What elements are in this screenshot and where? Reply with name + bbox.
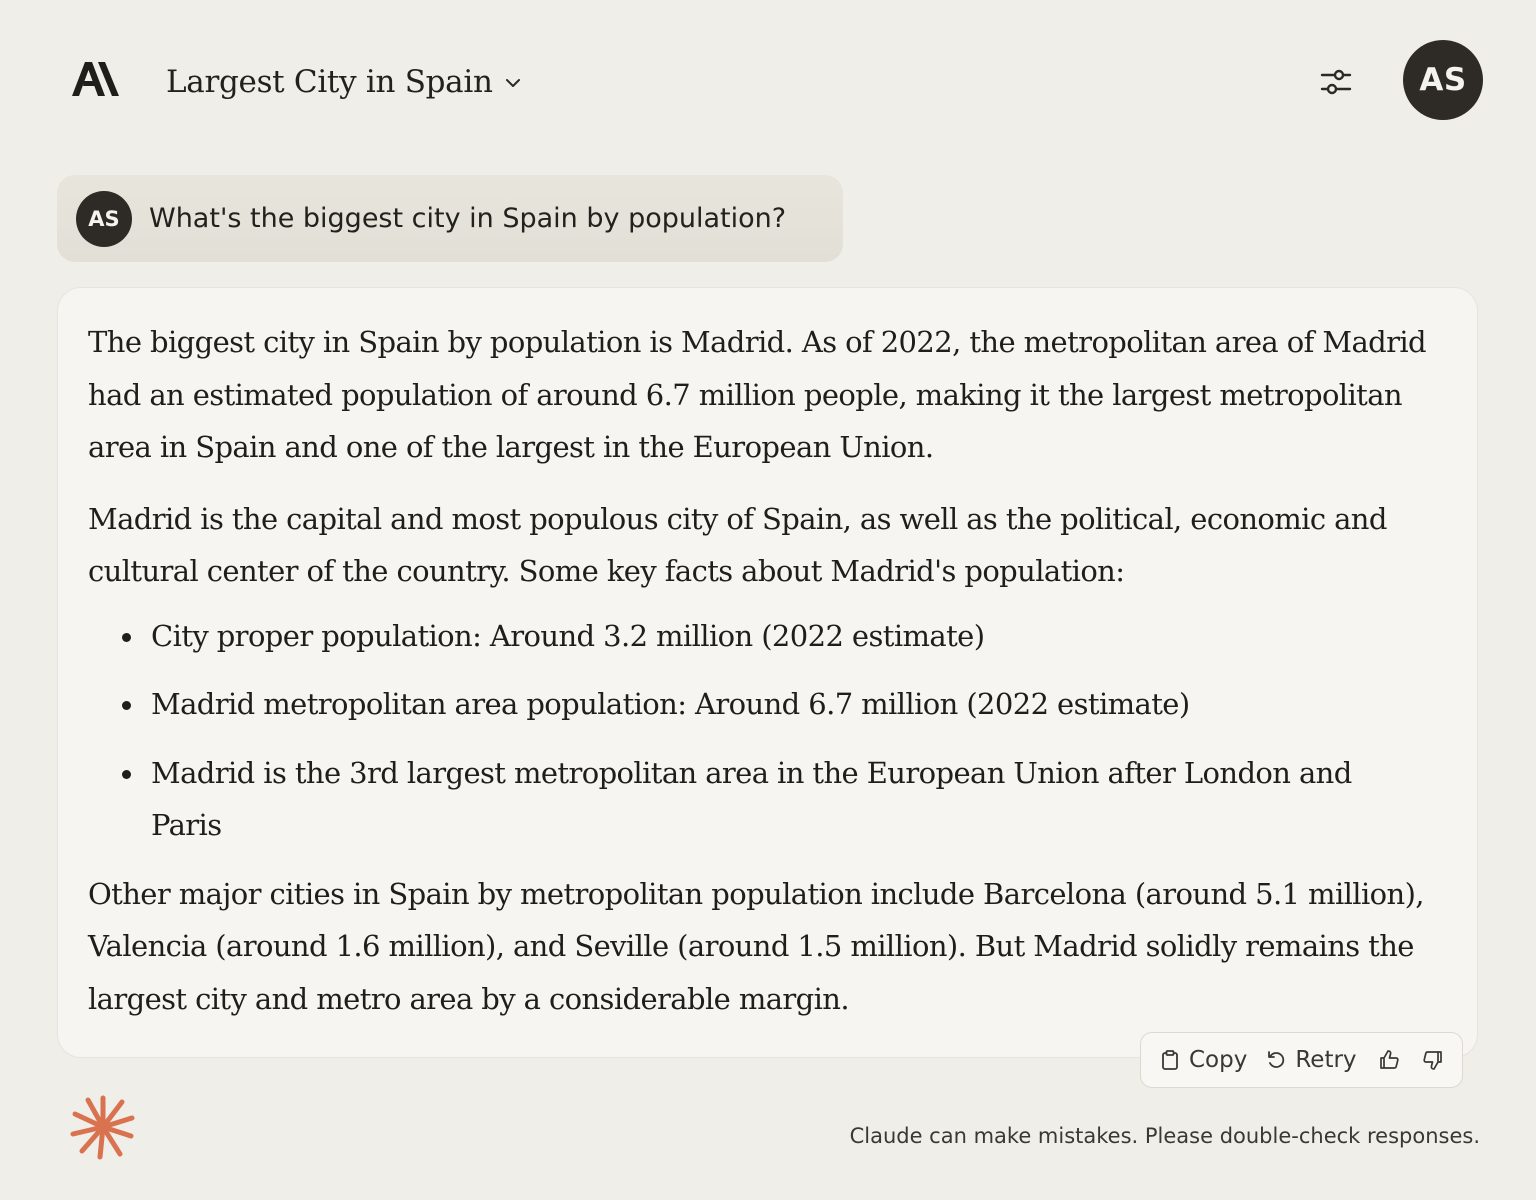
clipboard-icon: [1162, 1050, 1178, 1070]
message-actions: Copy Retry: [1140, 1032, 1463, 1088]
copy-button[interactable]: Copy: [1159, 1047, 1247, 1073]
user-message: AS What's the biggest city in Spain by p…: [57, 175, 843, 262]
reply-paragraph: Madrid is the capital and most populous …: [88, 501, 1387, 589]
conversation-title-menu[interactable]: Largest City in Spain: [166, 60, 523, 104]
user-message-text: What's the biggest city in Spain by popu…: [149, 203, 787, 234]
assistant-message: The biggest city in Spain by population …: [57, 287, 1478, 1058]
chat-page: Largest City in Spain AS AS What's the b…: [0, 0, 1536, 1200]
user-avatar[interactable]: AS: [1403, 40, 1483, 120]
settings-button[interactable]: [1314, 60, 1358, 104]
list-item: City proper population: Around 3.2 milli…: [122, 610, 1428, 663]
retry-label: Retry: [1295, 1047, 1357, 1073]
list-item: Madrid is the 3rd largest metropolitan a…: [122, 747, 1428, 852]
thumbs-up-icon[interactable]: [1377, 1048, 1401, 1072]
retry-icon: [1268, 1051, 1285, 1068]
list-item: Madrid metropolitan area population: Aro…: [122, 678, 1428, 731]
chevron-down-icon: [505, 79, 520, 87]
reply-paragraph: The biggest city in Spain by population …: [88, 325, 1427, 464]
sliders-icon: [1320, 69, 1352, 95]
copy-label: Copy: [1189, 1047, 1248, 1073]
thumbs-down-icon[interactable]: [1421, 1048, 1445, 1072]
retry-button[interactable]: Retry: [1265, 1047, 1357, 1073]
disclaimer-text: Claude can make mistakes. Please double-…: [849, 1124, 1480, 1148]
anthropic-logo[interactable]: [70, 58, 122, 100]
user-message-avatar: AS: [76, 190, 132, 247]
claude-spark-icon: [70, 1095, 135, 1160]
reply-bullet-list: City proper population: Around 3.2 milli…: [122, 610, 1428, 852]
conversation-title: Largest City in Spain: [166, 64, 493, 100]
assistant-message-body: The biggest city in Spain by population …: [88, 316, 1428, 1025]
reply-paragraph: Other major cities in Spain by metropoli…: [88, 876, 1425, 1016]
